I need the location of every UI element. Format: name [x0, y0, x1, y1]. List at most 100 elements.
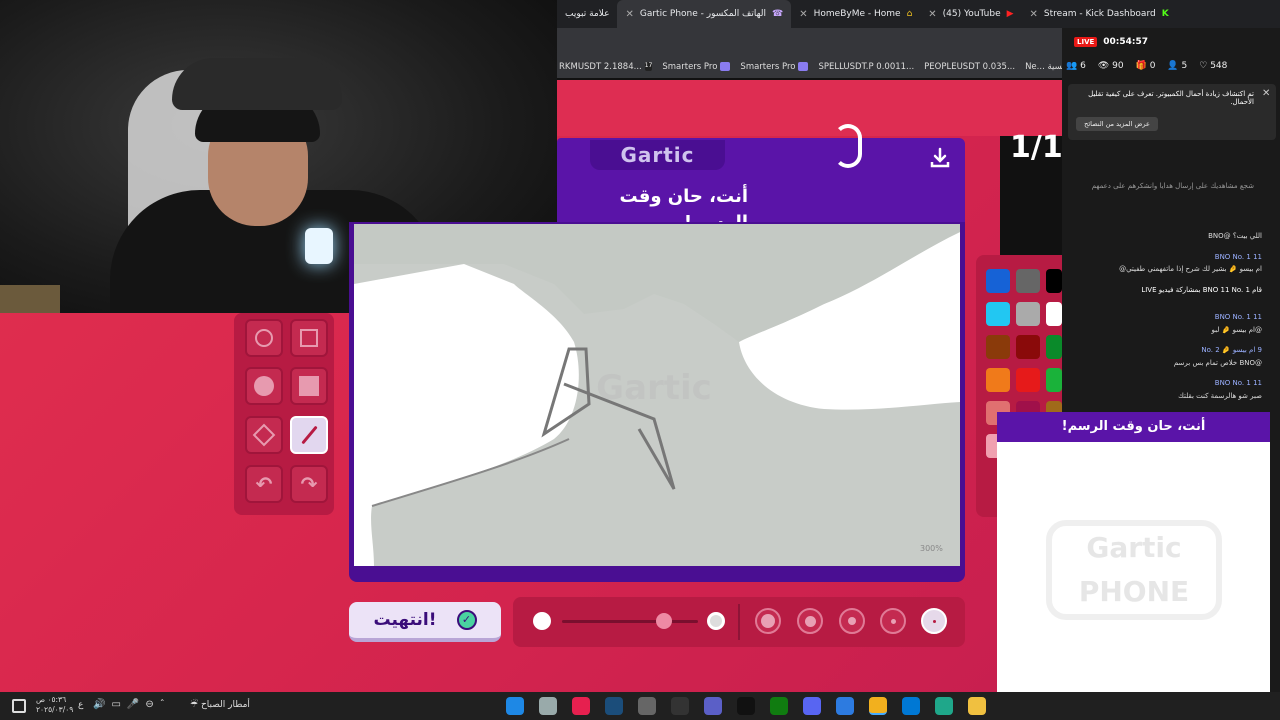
notification-icon[interactable]: [12, 699, 26, 713]
stream-timer: 00:54:57: [1103, 37, 1149, 47]
folder-app-icon[interactable]: [968, 697, 986, 715]
kick-icon: K: [1161, 9, 1169, 19]
taskbar-clock[interactable]: ٠٥:٣٦ ص ٢٠٢٥/٠٣/٠٩: [36, 695, 73, 715]
circle-outline-tool[interactable]: [245, 319, 283, 357]
brush-dot-icon: [932, 619, 936, 623]
color-swatch[interactable]: [1016, 335, 1040, 359]
user-plus-icon: 👤: [1167, 61, 1179, 71]
bookmark-icon: 17: [644, 62, 653, 71]
bookmark-item[interactable]: Smarters Pro: [740, 62, 809, 72]
brush-size-5[interactable]: [921, 608, 947, 634]
opacity-max-dot: [707, 612, 725, 630]
rectangle-outline-tool[interactable]: [290, 319, 328, 357]
color-swatch[interactable]: [1046, 302, 1062, 326]
bookmark-label: Smarters Pro: [740, 62, 796, 72]
overlay-gartic-logo: Gartic PHONE: [1046, 520, 1222, 620]
drawing-prompt: أنت، حان وقت الرسم!: [619, 186, 748, 233]
live-badge: LIVE: [1074, 37, 1098, 47]
brush-size-3[interactable]: [839, 608, 865, 634]
bookmark-label: RKMUSDT 2.1884...: [559, 62, 642, 72]
teams-app-icon[interactable]: [704, 697, 722, 715]
line-tool[interactable]: [290, 416, 328, 454]
bookmark-icon: [720, 62, 731, 71]
weather-widget[interactable]: ☔ أمطار الصباح: [190, 700, 250, 710]
round-counter: 1/1: [1010, 130, 1063, 165]
tab-gartic[interactable]: ✕ Gartic Phone - الهاتف المكسور ☎: [617, 0, 792, 28]
fill-bucket-tool[interactable]: [245, 416, 283, 454]
users-icon: 👥: [1066, 61, 1078, 71]
tab-kick[interactable]: ✕ Stream - Kick Dashboard K: [1022, 0, 1177, 28]
bookmark-item[interactable]: Smarters Pro: [662, 62, 731, 72]
browser-app-icon[interactable]: [506, 697, 524, 715]
chat-message: @ام بيسو 🤌 لبو: [1068, 326, 1276, 334]
opacity-slider[interactable]: [562, 620, 698, 623]
color-swatch[interactable]: [1016, 368, 1040, 392]
done-button[interactable]: انتهيت! ✓: [349, 602, 501, 642]
check-icon: ✓: [456, 610, 477, 630]
rectangle-fill-icon: [299, 376, 319, 396]
download-icon[interactable]: [928, 146, 952, 170]
opacity-slider-knob[interactable]: [656, 613, 672, 629]
bookmark-item[interactable]: RKMUSDT 2.1884... 17: [559, 62, 653, 72]
language-indicator[interactable]: ع: [78, 700, 83, 710]
drawing-canvas[interactable]: Gartic: [354, 224, 960, 566]
notice-tips-button[interactable]: عرض المزيد من النصائح: [1076, 117, 1158, 131]
color-swatch[interactable]: [986, 269, 1010, 293]
tiktok-app-icon[interactable]: [572, 697, 590, 715]
bookmark-item[interactable]: PEOPLEUSDT 0.035...: [924, 62, 1015, 72]
discord-app-icon[interactable]: [803, 697, 821, 715]
stream-stats: 👥 6 👁 90 🎁 0 👤 5 ♡ 548: [1066, 58, 1278, 74]
tab-youtube[interactable]: ✕ (45) YouTube ▶: [920, 0, 1021, 28]
redo-tool[interactable]: ↷: [290, 465, 328, 503]
bookmark-item[interactable]: Ne... الصفحة الرئيسية: [1025, 62, 1062, 72]
chat-text: اللي بيت؟ @BNO: [1208, 232, 1262, 240]
brush-size-2[interactable]: [797, 608, 823, 634]
live-status-row: LIVE 00:54:57: [1062, 32, 1280, 52]
address-bar[interactable]: [557, 28, 1062, 56]
chat-hint: شجع مشاهديك على إرسال هدايا وانشكرهم على…: [1091, 182, 1254, 190]
tab-label: HomeByMe - Home: [813, 9, 901, 19]
obs-app-icon[interactable]: [671, 697, 689, 715]
undo-tool[interactable]: ↶: [245, 465, 283, 503]
bookmark-label: Ne... الصفحة الرئيسية: [1025, 62, 1062, 72]
steam-app-icon[interactable]: [605, 697, 623, 715]
brush-dot-icon: [848, 617, 856, 625]
bookmark-item[interactable]: SPELLUSDT.P 0.0011...: [818, 62, 914, 72]
overlay-prompt: أنت، حان وقت الرسم!: [997, 412, 1270, 442]
close-icon[interactable]: ✕: [625, 9, 633, 20]
brush-size-4[interactable]: [880, 608, 906, 634]
tiktok-live-app-icon[interactable]: [737, 697, 755, 715]
app-icon[interactable]: [836, 697, 854, 715]
chat-feed: اللي بيت؟ @BNO 11 BNO No. 1 ام بيسو 🤌 بش…: [1068, 228, 1276, 408]
color-swatch[interactable]: [1046, 335, 1062, 359]
close-icon[interactable]: ✕: [928, 9, 936, 20]
color-swatch[interactable]: [1016, 302, 1040, 326]
close-icon[interactable]: ✕: [799, 9, 807, 20]
store-app-icon[interactable]: [902, 697, 920, 715]
color-swatch[interactable]: [1046, 269, 1062, 293]
color-swatch[interactable]: [1046, 368, 1062, 392]
game-header-strip: [557, 80, 1062, 136]
tab-new[interactable]: علامة تبويب: [557, 0, 617, 28]
gifts-stat: 🎁 0: [1136, 61, 1156, 71]
files-app-icon[interactable]: [539, 697, 557, 715]
close-icon[interactable]: ✕: [1262, 88, 1270, 99]
xbox-app-icon[interactable]: [770, 697, 788, 715]
performance-notice: تم اكتشاف زيادة أحمال الكمبيوتر. تعرف عل…: [1068, 84, 1276, 140]
settings-app-icon[interactable]: [638, 697, 656, 715]
done-label: انتهيت!: [373, 610, 437, 630]
circle-fill-tool[interactable]: [245, 367, 283, 405]
close-icon[interactable]: ✕: [1030, 9, 1038, 20]
color-swatch[interactable]: [986, 335, 1010, 359]
brush-size-1[interactable]: [755, 608, 781, 634]
color-swatch[interactable]: [986, 302, 1010, 326]
color-swatch[interactable]: [1016, 269, 1040, 293]
tab-homebyme[interactable]: ✕ HomeByMe - Home ⌂: [791, 0, 920, 28]
timer-icon: [834, 124, 862, 168]
edge-app-icon[interactable]: [935, 697, 953, 715]
bookmark-label: Smarters Pro: [662, 62, 718, 72]
color-swatch[interactable]: [986, 368, 1010, 392]
browser-tab-bar: علامة تبويب ✕ Gartic Phone - الهاتف المكس…: [557, 0, 1280, 28]
chrome-app-icon[interactable]: [869, 697, 887, 715]
rectangle-fill-tool[interactable]: [290, 367, 328, 405]
